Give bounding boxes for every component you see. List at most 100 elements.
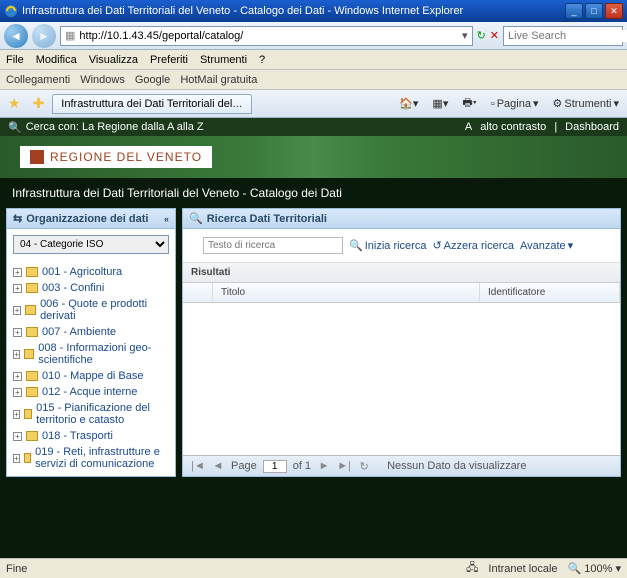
expand-icon[interactable]: + [13,388,22,397]
menu-view[interactable]: Visualizza [89,54,138,66]
column-headers: Titolo Identificatore [183,283,620,303]
col-blank [183,283,213,302]
search-icon: 🔍 [8,121,22,134]
page-title: Infrastruttura dei Dati Territoriali del… [0,178,627,208]
tree-item[interactable]: +007 - Ambiente [13,324,169,340]
search-input[interactable] [203,237,343,254]
tree-item[interactable]: +015 - Pianificazione del territorio e c… [13,400,169,428]
expand-icon[interactable]: + [13,372,22,381]
expand-icon[interactable]: + [13,454,20,463]
close-button[interactable]: ✕ [605,3,623,19]
tree-item-label: 001 - Agricoltura [42,266,122,278]
tree-item[interactable]: +012 - Acque interne [13,384,169,400]
ie-icon [4,4,18,18]
page-icon: ▦ [65,29,75,42]
refresh-grid-button[interactable]: ↻ [357,459,371,473]
tree-item[interactable]: +003 - Confini [13,280,169,296]
left-panel-title: Organizzazione dei dati [26,213,148,225]
expand-icon[interactable]: + [13,410,20,419]
left-panel-header: ⇆ Organizzazione dei dati « [7,209,175,229]
last-page-button[interactable]: ►| [337,459,351,473]
menu-edit[interactable]: Modifica [36,54,77,66]
link-item[interactable]: HotMail gratuita [180,74,257,86]
menu-help[interactable]: ? [259,54,265,66]
menu-bar: File Modifica Visualizza Preferiti Strum… [0,50,627,70]
browser-search[interactable]: 🔍 [503,26,623,46]
next-page-button[interactable]: ► [317,459,331,473]
folder-icon [26,283,38,293]
tree-item-label: 018 - Trasporti [42,430,113,442]
contrast-icon: A [465,121,472,133]
menu-favorites[interactable]: Preferiti [150,54,188,66]
col-ident[interactable]: Identificatore [480,283,620,302]
browser-search-input[interactable] [508,30,627,42]
menu-file[interactable]: File [6,54,24,66]
tree-item[interactable]: +018 - Trasporti [13,428,169,444]
zoom-label[interactable]: 🔍 100% ▾ [568,562,621,575]
window-titlebar: Infrastruttura dei Dati Territoriali del… [0,0,627,22]
link-item[interactable]: Google [135,74,170,86]
minimize-button[interactable]: _ [565,3,583,19]
tree-item-label: 012 - Acque interne [42,386,137,398]
refresh-button[interactable]: ↻ [477,29,486,42]
folder-icon [24,453,31,463]
first-page-button[interactable]: |◄ [191,459,205,473]
url-input[interactable] [79,30,462,42]
prev-page-button[interactable]: ◄ [211,459,225,473]
tree-item[interactable]: +006 - Quote e prodotti derivati [13,296,169,324]
tree-item[interactable]: +010 - Mappe di Base [13,368,169,384]
right-panel-tab[interactable]: Ricerca Dati Territoriali [207,213,327,225]
address-bar[interactable]: ▦ ▾ [60,26,473,46]
link-item[interactable]: Windows [80,74,125,86]
browser-tab[interactable]: Infrastruttura dei Dati Territoriali del… [52,94,252,114]
results-header: Risultati [183,263,620,283]
page-menu[interactable]: ▫ Pagina ▾ [487,95,543,112]
expand-icon[interactable]: + [13,432,22,441]
nav-toolbar: ◄ ► ▦ ▾ ↻ ✕ 🔍 [0,22,627,50]
results-body [183,303,620,455]
page-input[interactable] [263,460,287,473]
folder-icon [26,387,38,397]
menu-tools[interactable]: Strumenti [200,54,247,66]
expand-icon[interactable]: + [13,284,22,293]
search-button[interactable]: 🔍Inizia ricerca [349,239,426,252]
page-label: Page [231,460,257,472]
left-panel: ⇆ Organizzazione dei dati « 04 - Categor… [6,208,176,477]
right-panel: 🔍 Ricerca Dati Territoriali 🔍Inizia rice… [182,208,621,477]
dropdown-icon[interactable]: ▾ [462,29,468,42]
expand-icon[interactable]: + [13,328,22,337]
site-logo[interactable]: REGIONE DEL VENETO [20,146,212,168]
folder-icon [26,327,38,337]
tree-item[interactable]: +001 - Agricoltura [13,264,169,280]
maximize-button[interactable]: □ [585,3,603,19]
favorites-icon[interactable]: ★ [8,95,21,112]
tree-item[interactable]: +019 - Reti, infrastrutture e servizi di… [13,444,169,472]
advanced-toggle[interactable]: Avanzate ▾ [520,239,573,252]
collapse-button[interactable]: « [164,214,169,224]
folder-icon [26,267,38,277]
topbar-search-label[interactable]: Cerca con: La Regione dalla A alla Z [26,121,204,133]
tree-item-label: 007 - Ambiente [42,326,116,338]
expand-icon[interactable]: + [13,306,21,315]
back-button[interactable]: ◄ [4,24,28,48]
add-favorite-icon[interactable]: ✚ [33,95,45,112]
col-title[interactable]: Titolo [213,283,480,302]
category-tree: +001 - Agricoltura+003 - Confini+006 - Q… [7,260,175,476]
dashboard-link[interactable]: Dashboard [565,121,619,133]
reset-button[interactable]: ↺Azzera ricerca [432,239,514,252]
stop-button[interactable]: ✕ [490,29,499,42]
expand-icon[interactable]: + [13,268,22,277]
contrast-link[interactable]: alto contrasto [480,121,546,133]
tree-item[interactable]: +008 - Informazioni geo-scientifiche [13,340,169,368]
pager: |◄ ◄ Page of 1 ► ►| ↻ Nessun Dato da vis… [183,455,620,476]
forward-button[interactable]: ► [32,24,56,48]
home-button[interactable]: 🏠▾ [395,95,422,112]
expand-icon[interactable]: + [13,350,20,359]
print-button[interactable]: 🖶▾ [458,92,480,115]
zone-icon: 🖧 [466,559,478,578]
window-title: Infrastruttura dei Dati Territoriali del… [22,5,565,17]
tools-menu[interactable]: ⚙ Strumenti ▾ [549,95,623,112]
feed-button[interactable]: ▦▾ [428,95,452,112]
category-select[interactable]: 04 - Categorie ISO [13,235,169,254]
folder-icon [24,349,34,359]
